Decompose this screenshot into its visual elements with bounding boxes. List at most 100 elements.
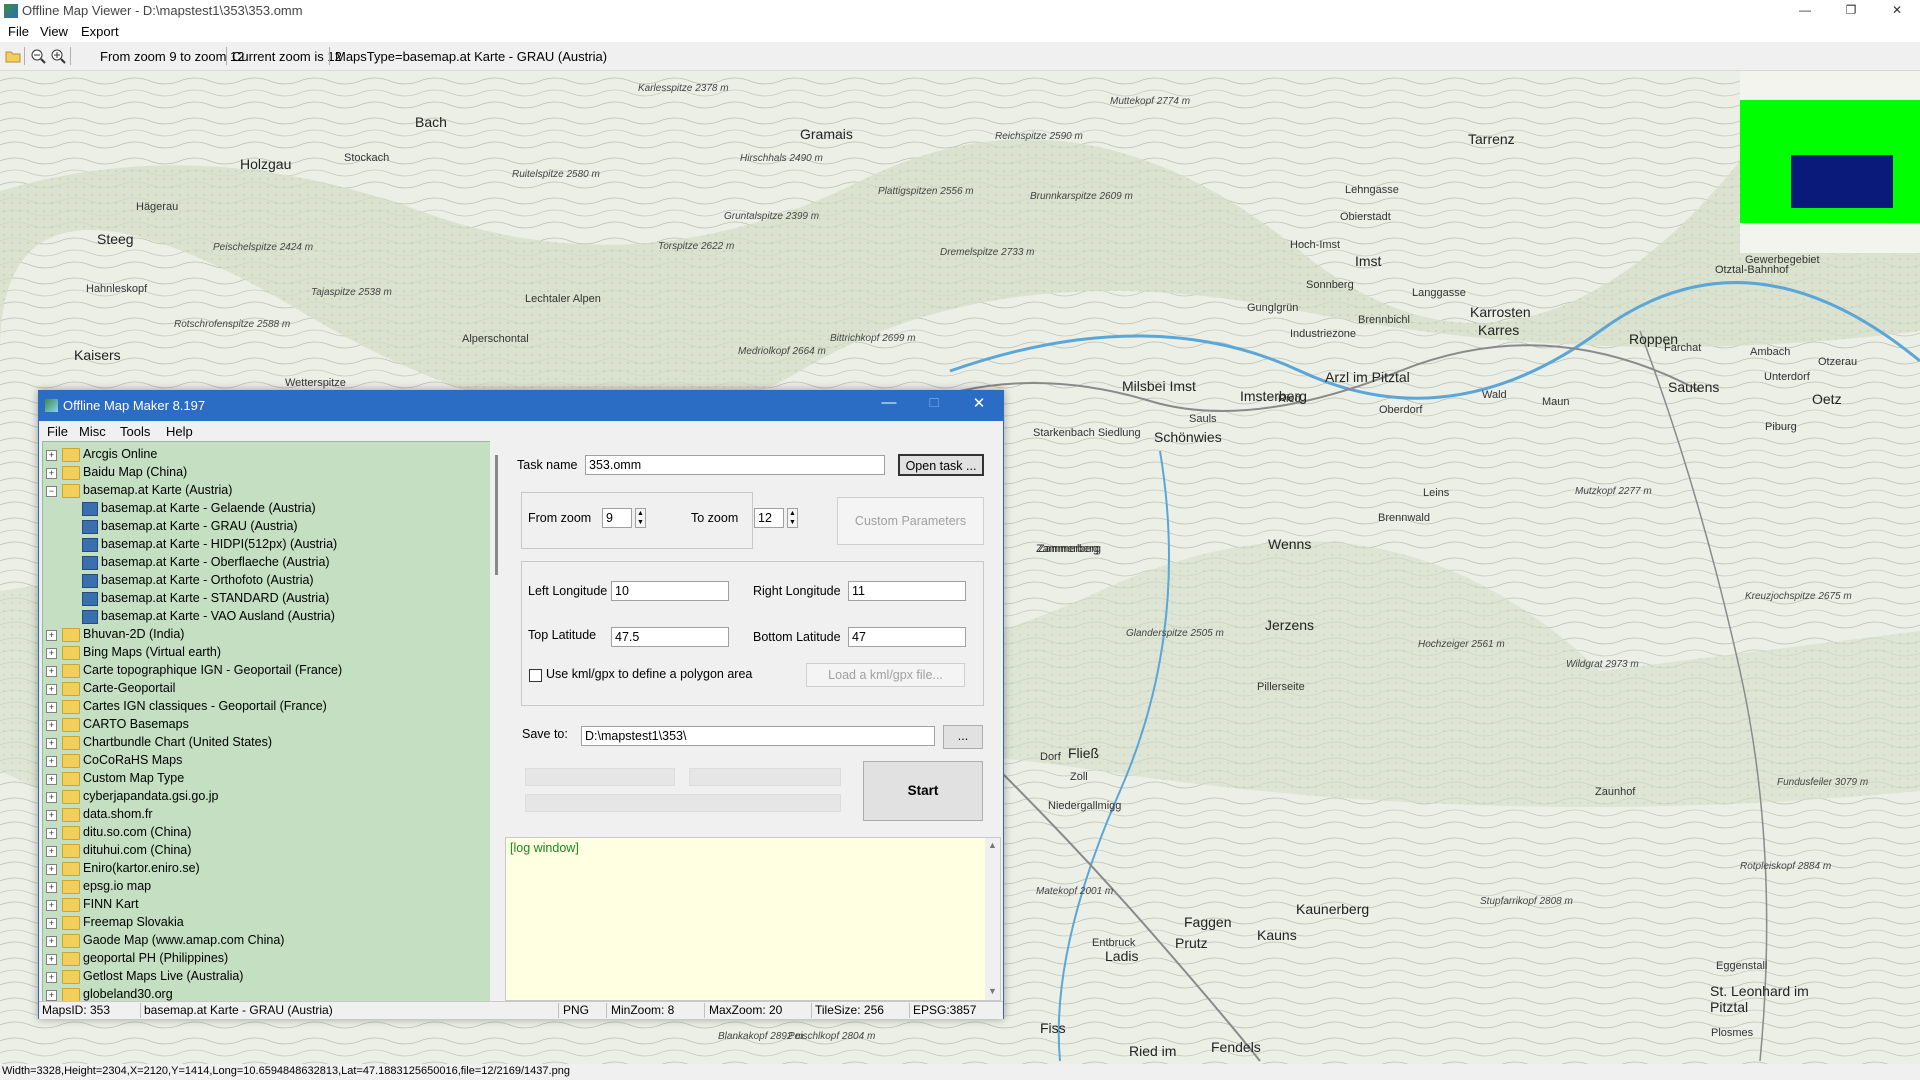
scroll-down-icon[interactable]: ▼ [988,986,997,996]
maximize-icon[interactable]: □ [914,394,954,411]
tree-map-item[interactable]: basemap.at Karte - Orthofoto (Austria) [43,572,483,590]
status-divider [606,1003,607,1018]
expand-icon[interactable]: + [46,828,57,839]
tree-group-item[interactable]: + Chartbundle Chart (United States) [43,734,483,752]
menu-file[interactable]: File [8,24,29,39]
tree-group-item[interactable]: + geoportal PH (Philippines) [43,950,483,968]
peak-label: Stupfarrikopf 2808 m [1480,896,1573,907]
zoom-out-icon[interactable] [30,48,46,64]
place-label: Zammerberg [1038,543,1101,555]
menu-view[interactable]: View [40,24,68,39]
right-longitude-input[interactable]: 11 [848,581,966,601]
expand-icon[interactable]: + [46,810,57,821]
expand-icon[interactable]: + [46,702,57,713]
scrollbar-thumb[interactable] [495,455,498,575]
open-task-button[interactable]: Open task ... [898,454,984,476]
expand-icon[interactable]: + [46,720,57,731]
tree-group-item[interactable]: + Bing Maps (Virtual earth) [43,644,483,662]
tree-group-item[interactable]: + dituhui.com (China) [43,842,483,860]
bottom-latitude-input[interactable]: 47 [848,627,966,647]
tree-map-item[interactable]: basemap.at Karte - HIDPI(512px) (Austria… [43,536,483,554]
menu-misc[interactable]: Misc [79,424,106,439]
tree-group-item[interactable]: + cyberjapandata.gsi.go.jp [43,788,483,806]
overview-viewport-rect[interactable] [1791,155,1893,208]
tree-group-item[interactable]: + data.shom.fr [43,806,483,824]
tree-group-item[interactable]: − basemap.at Karte (Austria) [43,482,483,500]
from-zoom-spinner[interactable]: ▲ ▼ [635,508,646,528]
expand-icon[interactable]: + [46,450,57,461]
log-scrollbar[interactable]: ▲ ▼ [985,838,1000,1000]
tree-group-item[interactable]: + Carte topographique IGN - Geoportail (F… [43,662,483,680]
folder-icon [62,718,80,732]
to-zoom-input[interactable]: 12 [754,508,784,528]
place-label: Schönwies [1154,429,1222,445]
zoom-in-icon[interactable] [50,48,66,64]
expand-icon[interactable]: + [46,756,57,767]
tree-group-item[interactable]: + Getlost Maps Live (Australia) [43,968,483,986]
tree-group-item[interactable]: + Baidu Map (China) [43,464,483,482]
minimize-icon[interactable]: — [869,394,909,411]
tree-group-item[interactable]: + CoCoRaHS Maps [43,752,483,770]
expand-icon[interactable]: + [46,630,57,641]
expand-icon[interactable]: + [46,846,57,857]
expand-icon[interactable]: + [46,648,57,659]
tree-group-item[interactable]: + Carte-Geoportail [43,680,483,698]
expand-icon[interactable]: + [46,738,57,749]
open-folder-icon[interactable] [5,48,21,64]
tree-map-item[interactable]: basemap.at Karte - VAO Ausland (Austria) [43,608,483,626]
to-zoom-spinner[interactable]: ▲ ▼ [787,508,798,528]
use-kml-checkbox[interactable] [529,669,542,682]
tree-map-item[interactable]: basemap.at Karte - GRAU (Austria) [43,518,483,536]
tree-group-item[interactable]: + epsg.io map [43,878,483,896]
start-button[interactable]: Start [863,761,983,821]
expand-icon[interactable]: + [46,972,57,983]
menu-tools[interactable]: Tools [120,424,150,439]
expand-icon[interactable]: + [46,792,57,803]
minimize-icon[interactable]: — [1782,0,1828,22]
menu-help[interactable]: Help [166,424,193,439]
tree-scrollbar[interactable] [490,441,504,1001]
tree-group-item[interactable]: + Freemap Slovakia [43,914,483,932]
expand-icon[interactable]: + [46,990,57,1001]
log-window[interactable]: [log window] [505,837,1001,1001]
custom-parameters-button[interactable]: Custom Parameters [837,497,984,545]
expand-icon[interactable]: + [46,936,57,947]
tree-group-item[interactable]: + Cartes IGN classiques - Geoportail (Fra… [43,698,483,716]
close-icon[interactable]: ✕ [1874,0,1920,22]
expand-icon[interactable]: + [46,900,57,911]
tree-map-item[interactable]: basemap.at Karte - STANDARD (Austria) [43,590,483,608]
expand-icon[interactable]: + [46,684,57,695]
expand-icon[interactable]: + [46,666,57,677]
top-latitude-input[interactable]: 47.5 [611,627,729,647]
tree-group-item[interactable]: + ditu.so.com (China) [43,824,483,842]
expand-icon[interactable]: + [46,882,57,893]
tree-group-item[interactable]: + CARTO Basemaps [43,716,483,734]
tree-group-item[interactable]: + Bhuvan-2D (India) [43,626,483,644]
task-name-input[interactable]: 353.omm [585,455,885,475]
tree-group-item[interactable]: + Arcgis Online [43,446,483,464]
from-zoom-input[interactable]: 9 [602,508,632,528]
expand-icon[interactable]: + [46,468,57,479]
tree-group-item[interactable]: + Gaode Map (www.amap.com China) [43,932,483,950]
load-kml-button[interactable]: Load a kml/gpx file... [806,663,965,687]
menu-export[interactable]: Export [81,24,119,39]
tree-map-item[interactable]: basemap.at Karte - Oberflaeche (Austria) [43,554,483,572]
expand-icon[interactable]: + [46,918,57,929]
save-to-input[interactable]: D:\mapstest1\353\ [581,726,935,746]
expand-icon[interactable]: + [46,954,57,965]
tree-group-item[interactable]: + Custom Map Type [43,770,483,788]
left-longitude-input[interactable]: 10 [611,581,729,601]
close-icon[interactable]: ✕ [959,394,999,412]
scroll-up-icon[interactable]: ▲ [988,840,997,850]
collapse-icon[interactable]: − [46,486,57,497]
expand-icon[interactable]: + [46,774,57,785]
maximize-icon[interactable]: ❐ [1828,0,1874,22]
tree-group-item[interactable]: + Eniro(kartor.eniro.se) [43,860,483,878]
menu-file[interactable]: File [47,424,68,439]
expand-icon[interactable]: + [46,864,57,875]
tree-map-item[interactable]: basemap.at Karte - Gelaende (Austria) [43,500,483,518]
tree-group-item[interactable]: + FINN Kart [43,896,483,914]
place-label: Industriezone [1290,328,1357,340]
browse-button[interactable]: ... [943,725,983,749]
map-type-tree[interactable]: + Arcgis Online + Baidu Map (China) − basemap… [42,441,492,1003]
